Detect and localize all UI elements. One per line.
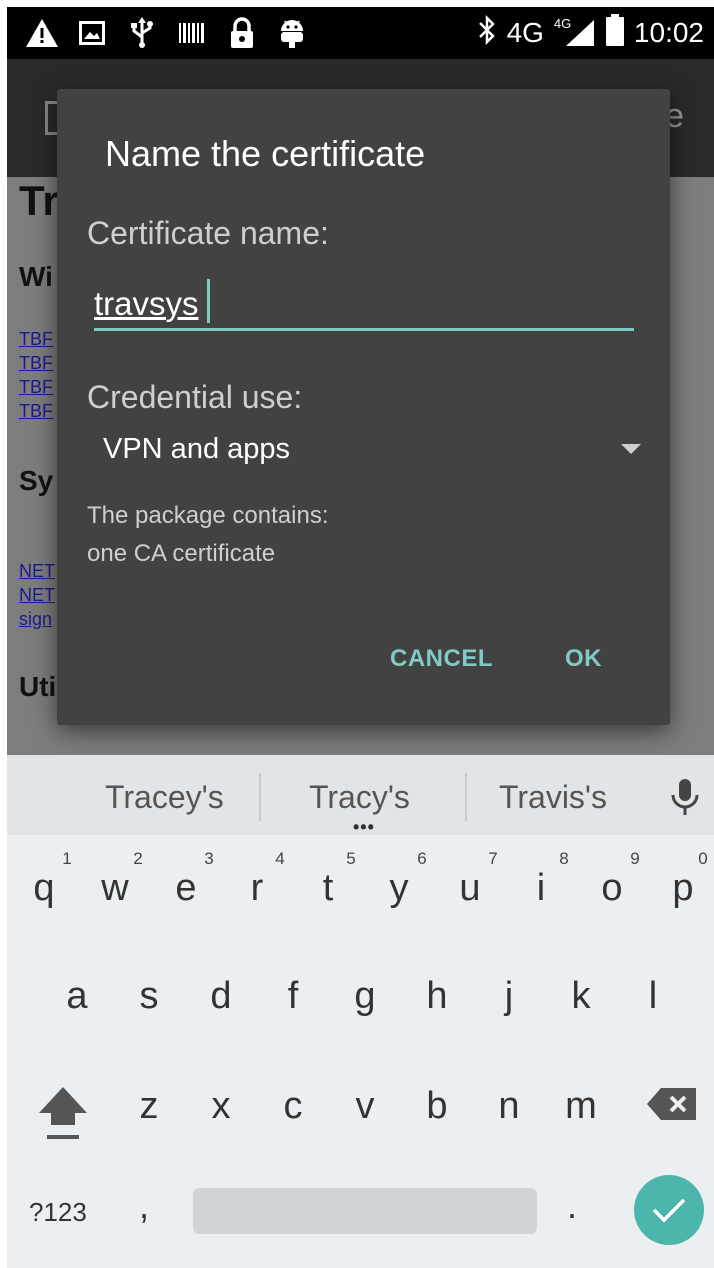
- key-w[interactable]: w: [90, 867, 140, 910]
- certificate-name-label: Certificate name:: [87, 215, 329, 251]
- symbols-key[interactable]: ?123: [29, 1197, 87, 1228]
- key-x[interactable]: x: [196, 1085, 246, 1128]
- checkmark-icon: [652, 1198, 686, 1223]
- key-o[interactable]: o: [587, 867, 637, 910]
- lock-icon: [225, 16, 259, 50]
- suggestion-divider: [259, 773, 261, 821]
- network-type: 4G: [506, 17, 544, 48]
- key-r[interactable]: r: [232, 867, 282, 910]
- warning-icon: [25, 16, 59, 50]
- background-section-title: Sy: [19, 465, 54, 496]
- signal-icon: 4G: [554, 16, 596, 48]
- clock: 10:02: [633, 17, 704, 48]
- package-info-line: one CA certificate: [87, 540, 276, 567]
- battery-icon: [605, 13, 624, 53]
- suggestion[interactable]: Travis's: [499, 779, 607, 816]
- bluetooth-icon: [477, 14, 497, 52]
- background-link: TBF: [19, 353, 53, 373]
- ok-button[interactable]: OK: [565, 645, 602, 673]
- key-j[interactable]: j: [484, 975, 534, 1018]
- background-link: TBF: [19, 401, 53, 421]
- background-link: NET: [19, 585, 55, 605]
- key-f[interactable]: f: [268, 975, 318, 1018]
- key-u[interactable]: u: [445, 867, 495, 910]
- space-key[interactable]: [193, 1188, 537, 1234]
- key-m[interactable]: m: [556, 1085, 606, 1128]
- background-link: TBF: [19, 377, 53, 397]
- key-b[interactable]: b: [412, 1085, 462, 1128]
- key-d[interactable]: d: [196, 975, 246, 1018]
- background-link: NET: [19, 561, 55, 581]
- key-z[interactable]: z: [124, 1085, 174, 1128]
- dialog-title: Name the certificate: [105, 133, 426, 174]
- credential-use-dropdown[interactable]: VPN and apps: [103, 425, 643, 473]
- key-hint: 7: [488, 849, 498, 868]
- background-heading: Tr: [19, 177, 59, 224]
- enter-key[interactable]: [634, 1175, 704, 1245]
- key-hint: 1: [62, 849, 72, 868]
- key-p[interactable]: p: [658, 867, 708, 910]
- key-y[interactable]: y: [374, 867, 424, 910]
- backspace-icon: [647, 1088, 696, 1120]
- keyboard: 1 q 2 w 3 e 4 r 5 t 6 y 7 u 8 i 9 o 0 p …: [7, 835, 714, 1268]
- key-k[interactable]: k: [556, 975, 606, 1018]
- key-h[interactable]: h: [412, 975, 462, 1018]
- package-info-line: The package contains:: [87, 502, 329, 529]
- key-l[interactable]: l: [628, 975, 678, 1018]
- key-g[interactable]: g: [340, 975, 390, 1018]
- credential-use-label: Credential use:: [87, 379, 303, 415]
- barcode-icon: [175, 16, 209, 50]
- image-icon: [75, 16, 109, 50]
- background-link: TBF: [19, 329, 53, 349]
- comma-key[interactable]: ,: [139, 1185, 149, 1227]
- period-key[interactable]: .: [567, 1185, 577, 1227]
- shift-icon: [39, 1087, 87, 1139]
- key-a[interactable]: a: [52, 975, 102, 1018]
- key-v[interactable]: v: [340, 1085, 390, 1128]
- credential-use-value: VPN and apps: [103, 432, 291, 465]
- shift-key[interactable]: [37, 1085, 89, 1145]
- key-s[interactable]: s: [124, 975, 174, 1018]
- key-e[interactable]: e: [161, 867, 211, 910]
- key-i[interactable]: i: [516, 867, 566, 910]
- key-hint: 4: [275, 849, 285, 868]
- key-c[interactable]: c: [268, 1085, 318, 1128]
- microphone-icon[interactable]: [667, 777, 703, 817]
- text-cursor: [207, 279, 210, 323]
- name-certificate-dialog: Name the certificate Certificate name: C…: [57, 89, 670, 725]
- key-q[interactable]: q: [19, 867, 69, 910]
- suggestion[interactable]: Tracey's: [105, 779, 224, 816]
- key-hint: 6: [417, 849, 427, 868]
- background-section-title: Uti: [19, 671, 57, 702]
- android-icon: [275, 16, 309, 50]
- cancel-button[interactable]: CANCEL: [390, 645, 493, 673]
- usb-icon: [125, 16, 159, 50]
- suggestion[interactable]: Tracy's: [309, 779, 410, 816]
- key-hint: 2: [133, 849, 143, 868]
- key-hint: 8: [559, 849, 569, 868]
- key-hint: 5: [346, 849, 356, 868]
- suggestion-strip: Tracey's Tracy's Travis's •••: [7, 755, 714, 837]
- status-bar: 4G 4G 10:02: [7, 7, 714, 59]
- key-t[interactable]: t: [303, 867, 353, 910]
- certificate-name-input[interactable]: [94, 279, 634, 331]
- key-hint: 9: [630, 849, 640, 868]
- dropdown-arrow-icon: [621, 444, 641, 454]
- background-link: sign: [19, 609, 53, 629]
- background-section-title: Wi: [19, 261, 53, 292]
- package-info: The package contains: one CA certificate: [87, 497, 329, 573]
- backspace-key[interactable]: [647, 1087, 697, 1121]
- suggestion-divider: [465, 773, 467, 821]
- key-n[interactable]: n: [484, 1085, 534, 1128]
- key-hint: 3: [204, 849, 214, 868]
- key-hint: 0: [698, 849, 708, 868]
